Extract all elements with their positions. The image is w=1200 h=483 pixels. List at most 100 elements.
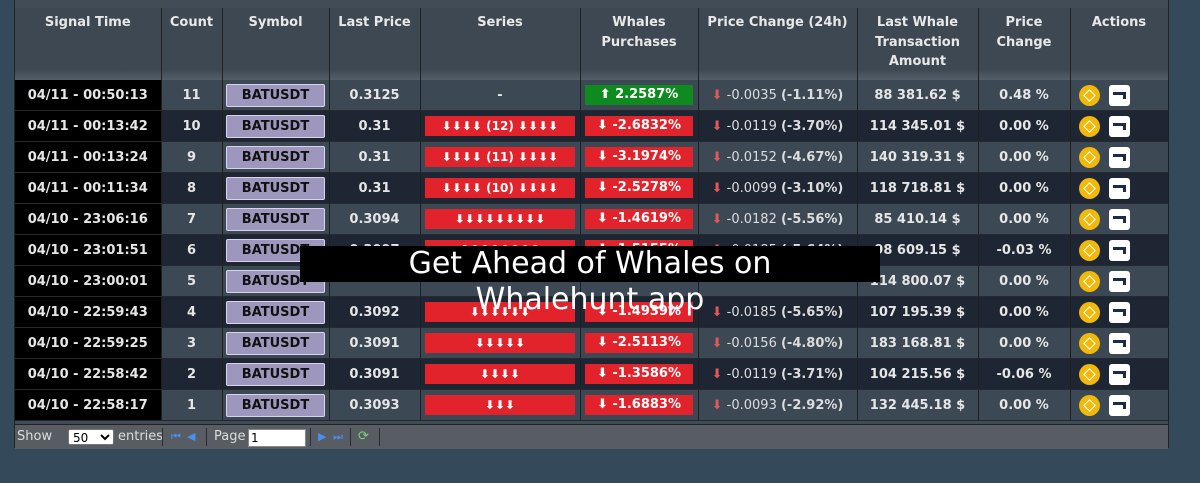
header-whales-purchases[interactable]: Whales Purchases [580,8,699,80]
symbol-button[interactable]: BATUSDT [226,393,325,417]
price-change-24h-percent: (-3.10%) [780,180,844,196]
tradingview-icon[interactable] [1108,332,1130,354]
pager-divider [206,428,207,446]
whale-amount-cell: 140 319.31 $ [857,141,979,173]
binance-icon[interactable] [1078,177,1100,199]
binance-icon[interactable] [1078,239,1100,261]
whales-purchases-cell: ⬇ -2.5278% [580,172,699,204]
binance-icon[interactable] [1078,270,1100,292]
actions-cell [1070,327,1169,359]
symbol-button[interactable]: BATUSDT [226,362,325,386]
next-page-icon[interactable]: ▶ [318,425,326,449]
table-row[interactable]: 04/11 - 00:11:34 8 BATUSDT 0.31 ⬇⬇⬇⬇ (10) ⬇⬇… [15,172,1169,204]
header-price-change-24h[interactable]: Price Change (24h) [698,8,858,80]
tradingview-icon[interactable] [1108,115,1130,137]
tradingview-icon[interactable] [1108,394,1130,416]
signal-time-cell: 04/10 - 23:01:51 [15,234,162,266]
promo-banner: Get Ahead of Whales on Whalehunt.app [300,246,880,317]
signal-time-cell: 04/10 - 22:58:42 [15,358,162,390]
binance-icon[interactable] [1078,301,1100,323]
whales-purchases-cell: ⬇ -1.4619% [580,203,699,235]
header-last-whale-amount[interactable]: Last Whale Transaction Amount [857,8,979,80]
table-row[interactable]: 04/11 - 00:13:42 10 BATUSDT 0.31 ⬇⬇⬇⬇ (12) ⬇… [15,110,1169,142]
symbol-cell: BATUSDT [222,296,330,328]
prev-page-icon[interactable]: ◀ [187,425,195,449]
count-cell: 10 [161,110,223,142]
price-change-24h: ⬇ -0.0035 (-1.11%) [712,88,844,103]
whales-purchases-badge: ⬇ -1.6883% [585,395,693,415]
whales-purchases-badge: ⬇ -3.1974% [585,147,693,167]
down-arrow-icon: ⬇ [711,397,723,413]
table-row[interactable]: 04/11 - 00:50:13 11 BATUSDT 0.3125 - ⬆ 2.2587… [15,80,1169,111]
symbol-button[interactable]: BATUSDT [226,176,325,200]
price-change-24h-delta: -0.0119 [726,366,777,382]
panel-top-strip [15,0,1168,8]
header-signal-time[interactable]: Signal Time [15,8,162,80]
price-change-cell: 0.00 % [978,172,1071,204]
count-cell: 4 [161,296,223,328]
price-change-cell: -0.03 % [978,234,1071,266]
binance-icon[interactable] [1078,84,1100,106]
symbol-button[interactable]: BATUSDT [226,207,325,231]
tradingview-icon[interactable] [1108,84,1130,106]
price-change-24h-cell: ⬇ -0.0035 (-1.11%) [698,80,858,111]
table-row[interactable]: 04/10 - 23:06:16 7 BATUSDT 0.3094 ⬇⬇⬇⬇⬇⬇⬇⬇⬇ ⬇… [15,203,1169,235]
price-change-cell: 0.00 % [978,110,1071,142]
refresh-icon[interactable]: ⟳ [358,425,369,449]
binance-icon[interactable] [1078,115,1100,137]
table-row[interactable]: 04/10 - 22:58:17 1 BATUSDT 0.3093 ⬇⬇⬇ ⬇ -1.68… [15,389,1169,421]
tradingview-icon[interactable] [1108,301,1130,323]
series-bar: ⬇⬇⬇⬇ [425,364,575,384]
tradingview-icon[interactable] [1108,177,1130,199]
binance-icon[interactable] [1078,146,1100,168]
page-number-input[interactable] [248,429,306,447]
price-change-24h-percent: (-4.80%) [780,335,844,351]
binance-icon[interactable] [1078,394,1100,416]
tradingview-icon[interactable] [1108,239,1130,261]
actions-cell [1070,265,1169,297]
actions-cell [1070,296,1169,328]
last-price-cell: 0.3094 [329,203,421,235]
last-page-icon[interactable]: ⏭ [333,425,343,449]
header-price-change[interactable]: Price Change [978,8,1071,80]
symbol-button[interactable]: BATUSDT [226,331,325,355]
table-row[interactable]: 04/10 - 22:58:42 2 BATUSDT 0.3091 ⬇⬇⬇⬇ ⬇ -1.3… [15,358,1169,390]
price-change-24h-delta: -0.0119 [726,118,777,134]
header-symbol[interactable]: Symbol [222,8,330,80]
first-page-icon[interactable]: ⏮ [171,425,181,449]
count-cell: 1 [161,389,223,421]
last-price-cell: 0.31 [329,172,421,204]
binance-icon[interactable] [1078,363,1100,385]
series-bar: ⬇⬇⬇⬇ (10) ⬇⬇⬇⬇ [425,178,575,198]
tradingview-icon[interactable] [1108,208,1130,230]
whales-purchases-badge: ⬆ 2.2587% [585,85,693,105]
symbol-button[interactable]: BATUSDT [226,300,325,324]
whales-purchases-cell: ⬇ -2.6832% [580,110,699,142]
binance-icon[interactable] [1078,332,1100,354]
signal-time-cell: 04/10 - 22:59:43 [15,296,162,328]
table-row[interactable]: 04/10 - 22:59:25 3 BATUSDT 0.3091 ⬇⬇⬇⬇⬇ ⬇ -2.… [15,327,1169,359]
binance-icon[interactable] [1078,208,1100,230]
page-size-select[interactable]: 50 [68,429,114,445]
series-cell: - [420,80,581,111]
actions-cell [1070,234,1169,266]
whale-amount-cell: 104 215.56 $ [857,358,979,390]
signal-time-cell: 04/10 - 22:58:17 [15,389,162,421]
last-price-cell: 0.3092 [329,296,421,328]
actions-cell [1070,203,1169,235]
tradingview-icon[interactable] [1108,146,1130,168]
price-change-24h-delta: -0.0152 [726,149,777,165]
header-count[interactable]: Count [161,8,223,80]
header-series[interactable]: Series [420,8,581,80]
symbol-button[interactable]: BATUSDT [226,145,325,169]
tradingview-icon[interactable] [1108,363,1130,385]
symbol-button[interactable]: BATUSDT [226,114,325,138]
table-row[interactable]: 04/11 - 00:13:24 9 BATUSDT 0.31 ⬇⬇⬇⬇ (11) ⬇⬇… [15,141,1169,173]
price-change-24h-delta: -0.0156 [726,335,777,351]
tradingview-icon[interactable] [1108,270,1130,292]
down-arrow-icon: ⬇ [711,87,723,103]
whale-signals-table: Signal Time Count Symbol Last Price Seri… [15,8,1169,421]
price-change-24h: ⬇ -0.0185 (-5.65%) [712,305,844,320]
header-last-price[interactable]: Last Price [329,8,421,80]
symbol-button[interactable]: BATUSDT [226,83,325,107]
